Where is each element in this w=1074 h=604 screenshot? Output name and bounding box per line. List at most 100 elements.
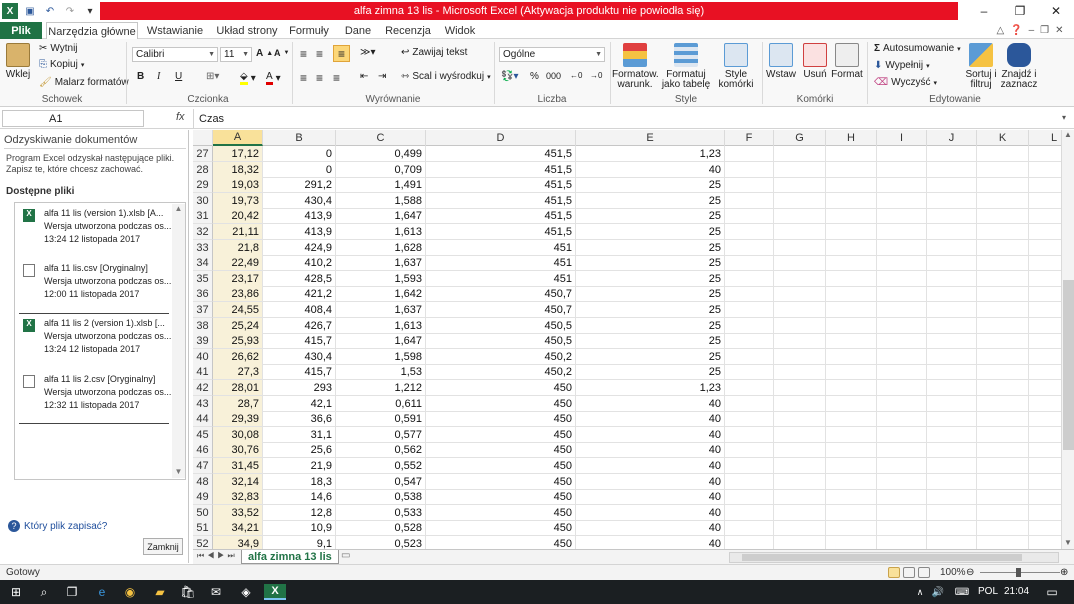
cell[interactable]: 0,562 (336, 442, 426, 458)
cell[interactable]: 430,4 (263, 193, 336, 209)
column-header-j[interactable]: J (927, 130, 977, 146)
cell[interactable] (1029, 520, 1061, 536)
row-header[interactable]: 38 (193, 318, 213, 334)
cell[interactable]: 0,611 (336, 396, 426, 412)
file-list-scrollbar[interactable]: ▲ ▼ (172, 204, 185, 478)
cell[interactable]: 36,6 (263, 411, 336, 427)
cell[interactable]: 1,647 (336, 333, 426, 349)
cell[interactable]: 450 (426, 427, 576, 443)
row-header[interactable]: 52 (193, 536, 213, 549)
cell[interactable]: 25 (576, 333, 725, 349)
cell[interactable] (826, 474, 877, 490)
cell[interactable] (1029, 380, 1061, 396)
row-header[interactable]: 35 (193, 271, 213, 287)
cell[interactable] (877, 271, 927, 287)
cell[interactable] (826, 271, 877, 287)
cell[interactable]: 27,3 (213, 364, 263, 380)
cell[interactable] (826, 505, 877, 521)
cell[interactable]: 1,642 (336, 286, 426, 302)
cell[interactable] (725, 146, 774, 162)
autosum-button[interactable]: Σ Autosumowanie ▾ (874, 43, 961, 54)
cell[interactable] (977, 208, 1029, 224)
cell[interactable]: 430,4 (263, 349, 336, 365)
cell[interactable] (774, 474, 826, 490)
column-header-k[interactable]: K (977, 130, 1029, 146)
customize-qat-icon[interactable]: ▾ (82, 3, 98, 19)
cell[interactable] (877, 380, 927, 396)
cell[interactable] (774, 411, 826, 427)
help-icon[interactable]: ❓ (1010, 25, 1022, 36)
edge-icon[interactable]: e (94, 584, 110, 600)
cell[interactable] (774, 333, 826, 349)
row-header[interactable]: 48 (193, 474, 213, 490)
cell[interactable]: 451,5 (426, 146, 576, 162)
row-header[interactable]: 43 (193, 396, 213, 412)
cell[interactable]: 40 (576, 396, 725, 412)
horizontal-scrollbar[interactable] (729, 552, 1059, 563)
row-header[interactable]: 37 (193, 302, 213, 318)
cell[interactable]: 30,08 (213, 427, 263, 443)
cell[interactable] (1029, 427, 1061, 443)
cell[interactable]: 12,8 (263, 505, 336, 521)
cell[interactable]: 0,577 (336, 427, 426, 443)
cell[interactable]: 21,11 (213, 224, 263, 240)
cell[interactable]: 415,7 (263, 333, 336, 349)
cell[interactable]: 291,2 (263, 177, 336, 193)
chrome-icon[interactable]: ◉ (122, 584, 138, 600)
ribbon-help-controls[interactable]: △ ❓ – ❐ ✕ (990, 22, 1070, 39)
cell[interactable] (927, 411, 977, 427)
cell[interactable]: 415,7 (263, 364, 336, 380)
grow-font-button[interactable]: A ▲ (256, 48, 273, 59)
cell[interactable] (977, 193, 1029, 209)
cell[interactable]: 1,593 (336, 271, 426, 287)
cell[interactable] (977, 458, 1029, 474)
row-header[interactable]: 39 (193, 333, 213, 349)
cell[interactable]: 25,6 (263, 442, 336, 458)
cell[interactable]: 451,5 (426, 193, 576, 209)
column-header-h[interactable]: H (826, 130, 877, 146)
redo-icon[interactable]: ↷ (62, 3, 78, 19)
find-select-button[interactable]: Znajdź i zaznacz (1000, 43, 1038, 90)
font-name-select[interactable]: Calibri ▼ (132, 47, 218, 62)
cell[interactable] (774, 240, 826, 256)
cell[interactable]: 25 (576, 318, 725, 334)
cell[interactable] (1029, 411, 1061, 427)
shrink-font-button[interactable]: A ▼ (274, 48, 289, 58)
cell[interactable] (774, 427, 826, 443)
cell[interactable] (725, 224, 774, 240)
cell[interactable] (977, 302, 1029, 318)
column-header-a[interactable]: A (213, 130, 263, 146)
cell[interactable] (774, 271, 826, 287)
percent-button[interactable]: % (530, 71, 539, 82)
column-header-g[interactable]: G (774, 130, 826, 146)
cell[interactable]: 1,598 (336, 349, 426, 365)
cell[interactable] (927, 427, 977, 443)
cell[interactable] (877, 177, 927, 193)
cut-button[interactable]: ✂ Wytnij (39, 43, 78, 54)
cell[interactable]: 40 (576, 489, 725, 505)
cell[interactable]: 1,613 (336, 318, 426, 334)
cell[interactable] (927, 146, 977, 162)
cell[interactable] (725, 318, 774, 334)
cell[interactable] (977, 474, 1029, 490)
cell[interactable]: 31,45 (213, 458, 263, 474)
bold-button[interactable]: B (137, 71, 144, 82)
cell[interactable] (1029, 505, 1061, 521)
cell[interactable]: 450 (426, 411, 576, 427)
recovered-files-list[interactable]: X alfa 11 lis (version 1).xlsb [A... Wer… (14, 202, 186, 480)
cell[interactable] (977, 255, 1029, 271)
cell[interactable]: 0,547 (336, 474, 426, 490)
align-bottom-icon[interactable]: ≡ (333, 45, 350, 62)
cell[interactable] (725, 271, 774, 287)
cell[interactable] (977, 536, 1029, 549)
cell[interactable] (877, 489, 927, 505)
number-format-select[interactable]: Ogólne ▼ (499, 47, 605, 62)
underline-button[interactable]: U (175, 71, 182, 82)
cell[interactable]: 40 (576, 505, 725, 521)
volume-icon[interactable]: 🔊 (930, 584, 946, 600)
cell[interactable]: 26,62 (213, 349, 263, 365)
restore-button[interactable]: ❐ (1002, 0, 1038, 22)
column-header-i[interactable]: I (877, 130, 927, 146)
cell[interactable] (826, 224, 877, 240)
cell[interactable] (1029, 255, 1061, 271)
